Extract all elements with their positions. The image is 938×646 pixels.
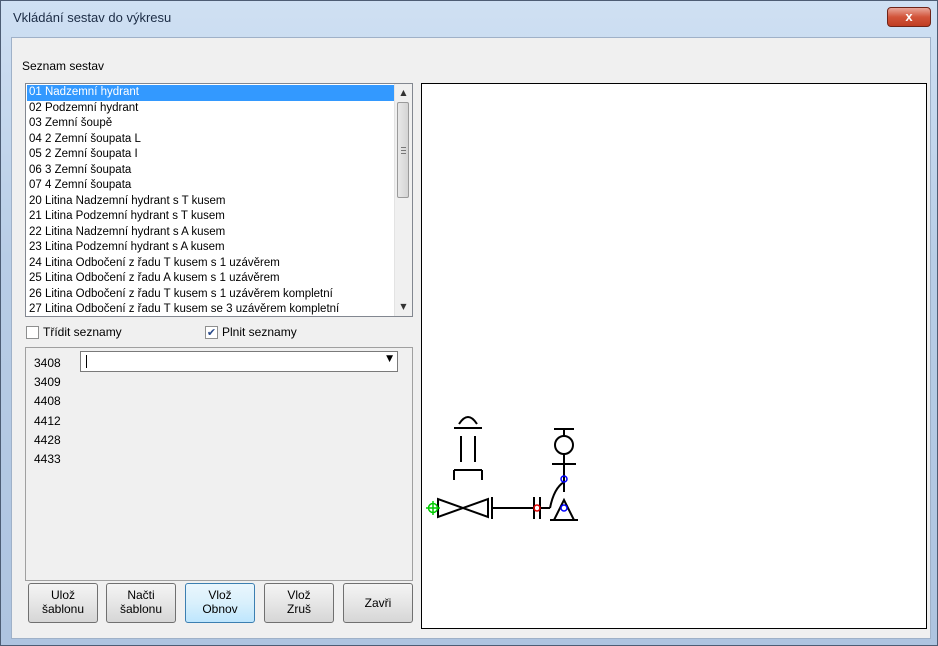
list-item[interactable]: 01 Nadzemní hydrant [27,85,403,101]
drawing-preview [421,83,927,629]
scroll-down-arrow-icon[interactable]: ▼ [395,298,412,315]
list-item[interactable]: 20 Litina Nadzemní hydrant s T kusem [27,194,403,210]
insert-refresh-button[interactable]: Vlož Obnov [185,583,255,623]
scroll-up-arrow-icon[interactable]: ▲ [395,84,412,101]
part-number-item[interactable]: 4428 [34,431,61,450]
reducer-triangle [552,497,576,521]
list-item[interactable]: 02 Podzemní hydrant [27,101,403,117]
list-item[interactable]: 26 Litina Odbočení z řadu T kusem s 1 uz… [27,287,403,303]
assembly-listbox[interactable]: 01 Nadzemní hydrant 02 Podzemní hydrant 03… [25,83,413,317]
list-item[interactable]: 27 Litina Odbočení z řadu T kusem se 3 u… [27,302,403,316]
hydrant-circle [554,435,574,455]
sort-lists-label: Třídit seznamy [43,325,122,339]
save-template-button[interactable]: Ulož šablonu [28,583,98,623]
list-item[interactable]: 05 2 Zemní šoupata I [27,147,403,163]
part-number-item[interactable]: 3408 [34,354,61,373]
window-title: Vkládání sestav do výkresu [13,10,172,25]
part-number-item[interactable]: 4433 [34,450,61,469]
close-window-button[interactable]: x [887,7,931,27]
close-button[interactable]: Zavři [343,583,413,623]
part-combobox[interactable]: ▼ [80,351,398,372]
list-item[interactable]: 21 Litina Podzemní hydrant s T kusem [27,209,403,225]
assembly-drawing [426,416,578,521]
text-caret [86,355,87,368]
connection-points [426,475,568,515]
list-item[interactable]: 23 Litina Podzemní hydrant s A kusem [27,240,403,256]
list-item[interactable]: 03 Zemní šoupě [27,116,403,132]
part-number-item[interactable]: 4412 [34,412,61,431]
part-number-item[interactable]: 4408 [34,392,61,411]
assembly-list-items: 01 Nadzemní hydrant 02 Podzemní hydrant 03… [27,85,403,316]
parts-panel: 3408 3409 4408 4412 4428 4433 ▼ [25,347,413,581]
part-number-item[interactable]: 3409 [34,373,61,392]
fill-lists-label: Plnit seznamy [222,325,297,339]
valve-symbol [437,497,489,519]
fill-lists-checkbox[interactable]: ✔ [205,326,218,339]
chevron-down-icon[interactable]: ▼ [386,354,393,364]
part-number-list: 3408 3409 4408 4412 4428 4433 [34,354,61,469]
list-item[interactable]: 24 Litina Odbočení z řadu T kusem s 1 uz… [27,256,403,272]
hydrant-top-arc [458,416,478,425]
seznam-sestav-label: Seznam sestav [22,59,105,73]
list-item[interactable]: 25 Litina Odbočení z řadu A kusem s 1 uz… [27,271,403,287]
scroll-thumb[interactable] [397,102,409,198]
dialog-window: Vkládání sestav do výkresu x Seznam sest… [0,0,938,646]
sort-lists-checkbox[interactable] [26,326,39,339]
list-item[interactable]: 04 2 Zemní šoupata L [27,132,403,148]
title-bar[interactable]: Vkládání sestav do výkresu x [1,1,937,37]
insert-cancel-button[interactable]: Vlož Zruš [264,583,334,623]
list-item[interactable]: 07 4 Zemní šoupata [27,178,403,194]
list-item[interactable]: 06 3 Zemní šoupata [27,163,403,179]
list-item[interactable]: 22 Litina Nadzemní hydrant s A kusem [27,225,403,241]
checkmark-icon: ✔ [206,326,217,339]
list-vertical-scrollbar[interactable]: ▲ ▼ [394,84,412,316]
load-template-button[interactable]: Načti šablonu [106,583,176,623]
